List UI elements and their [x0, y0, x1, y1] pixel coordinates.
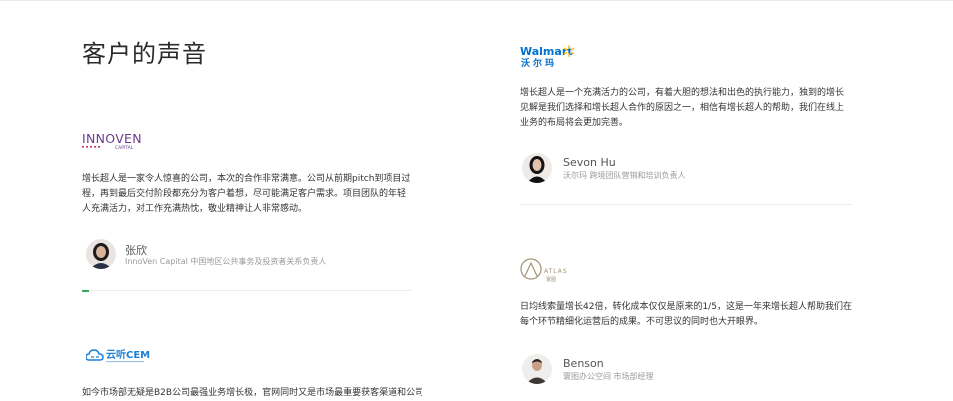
carousel-progress-bar — [82, 289, 412, 292]
atlas-chinese-name: 寰图 — [546, 276, 556, 283]
testimonial-quote: 日均线索量增长42倍，转化成本仅仅是原来的1/5，这是一年来增长超人帮助我们在每… — [520, 302, 852, 327]
card-divider — [520, 204, 852, 205]
innoven-capital-logo: INNOVEN CAPITAL — [82, 130, 142, 156]
yunting-cem-logo: 云听CEM — [85, 346, 156, 370]
atlas-logo: ATLAS 寰图 — [520, 257, 572, 287]
walmart-logo: Walmart 沃尔玛 — [520, 43, 576, 73]
avatar-woman-icon — [86, 239, 116, 269]
avatar-woman-icon — [522, 153, 552, 183]
walmart-chinese-name: 沃尔玛 — [521, 57, 557, 69]
innoven-wordmark: INNOVEN — [82, 131, 142, 146]
testimonial-quote: 如今市场部无疑是B2B公司最强业务增长极，官网同时又是市场最重要获客渠道和公司 — [82, 388, 422, 398]
person-name: Benson — [563, 357, 604, 370]
yunting-wordmark: 云听CEM — [106, 348, 150, 361]
person-role: 沃尔玛 跨境团队营销和培训负责人 — [563, 171, 686, 180]
carousel-progress-fill — [82, 289, 89, 292]
avatar-man-icon — [522, 354, 552, 384]
top-border — [0, 0, 953, 1]
innoven-subline: CAPITAL — [115, 145, 134, 151]
walmart-wordmark: Walmart — [520, 45, 573, 58]
page-title: 客户的声音 — [82, 40, 207, 68]
testimonial-quote: 增长超人是一个充满活力的公司，有着大胆的想法和出色的执行能力，独到的增长见解是我… — [520, 88, 845, 128]
person-role: 寰图办公空间 市场部经理 — [563, 372, 654, 381]
person-name: Sevon Hu — [563, 156, 616, 169]
person-role: InnoVen Capital 中国地区公共事务及投资者关系负责人 — [125, 257, 327, 266]
atlas-wordmark: ATLAS — [544, 268, 568, 275]
testimonial-quote: 增长超人是一家令人惊喜的公司，本次的合作非常满意。公司从前期pitch到项目过程… — [82, 174, 411, 214]
